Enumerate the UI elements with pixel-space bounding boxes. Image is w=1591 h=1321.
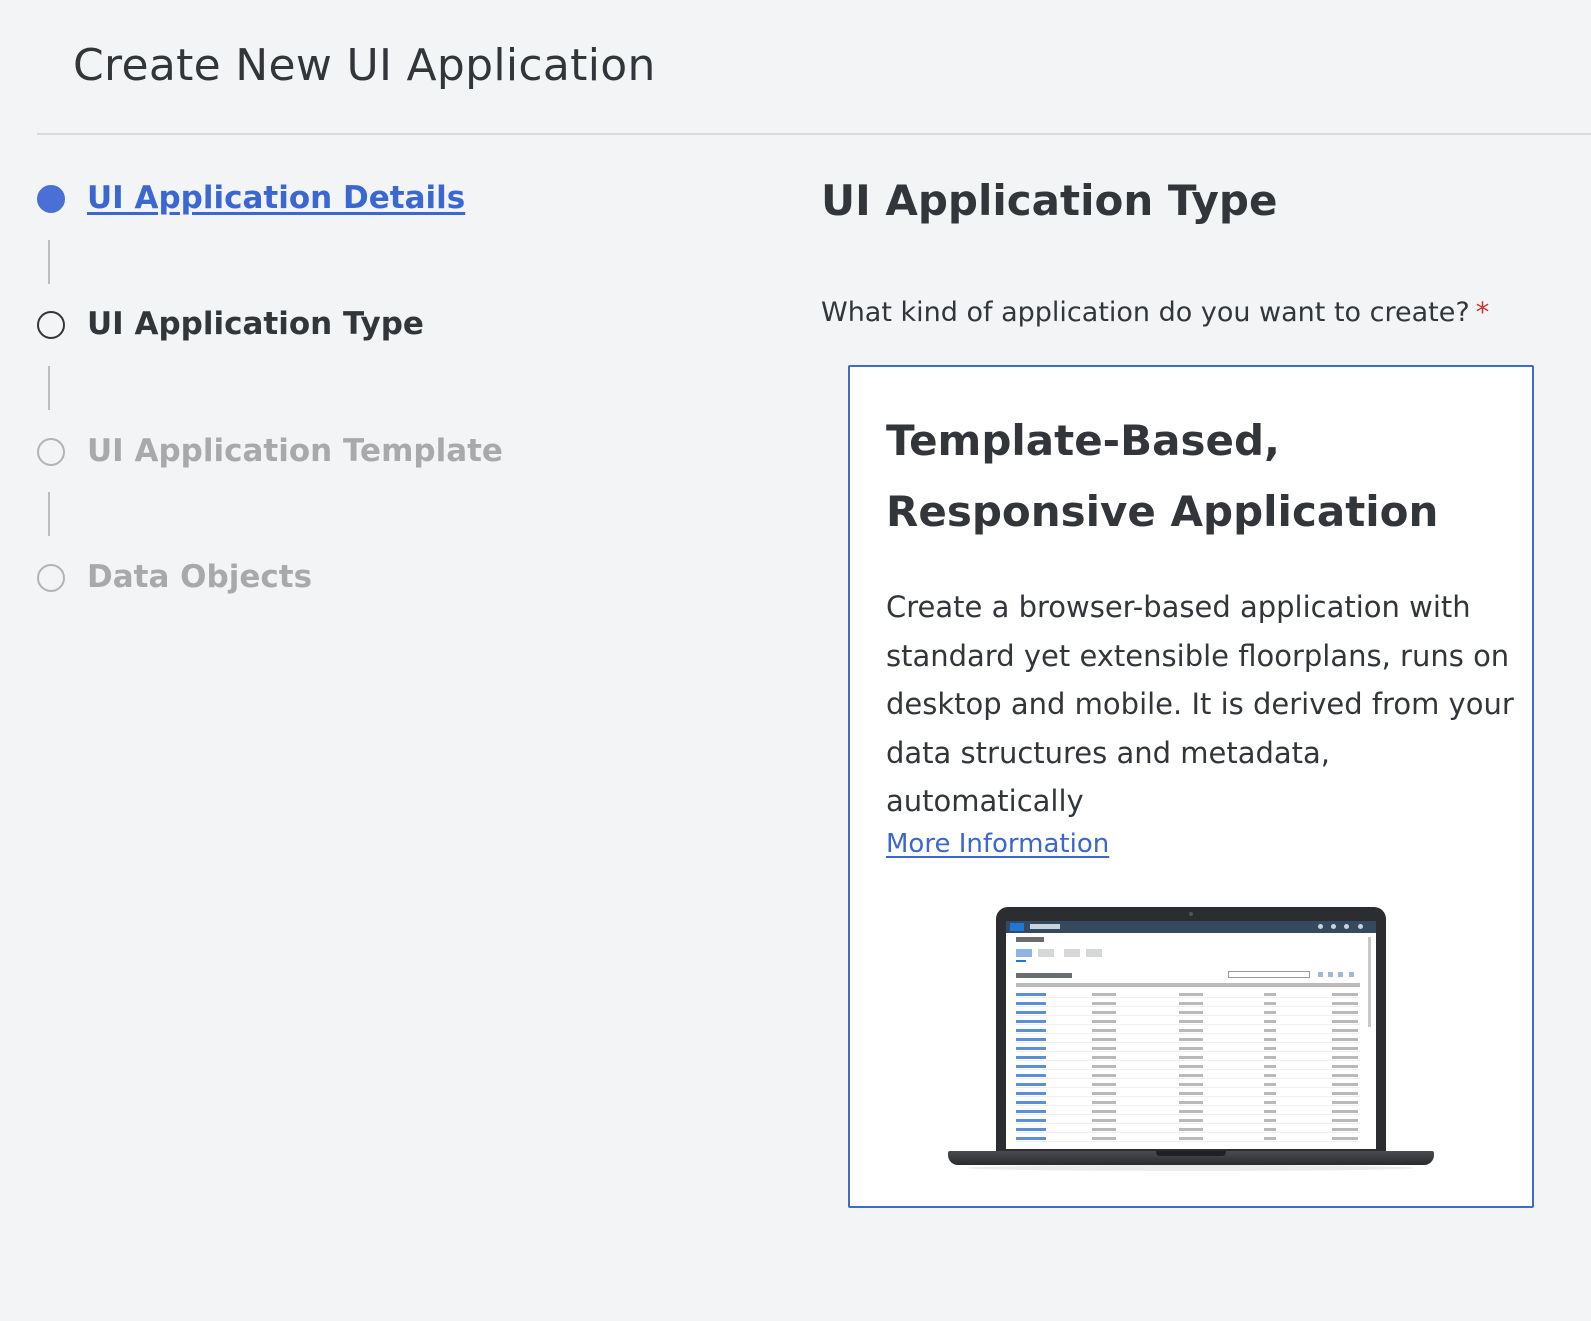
preview-table-row	[1016, 1038, 1360, 1043]
preview-table-row	[1016, 1020, 1360, 1025]
preview-help-icon	[1331, 924, 1336, 929]
wizard-step-label[interactable]: UI Application Details	[87, 180, 465, 216]
preview-table-row	[1016, 1137, 1360, 1142]
preview-table-title	[1016, 973, 1072, 978]
section-title: UI Application Type	[821, 176, 1278, 225]
card-title: Template-Based, Responsive Application	[886, 416, 1439, 536]
page-title: Create New UI Application	[73, 40, 656, 91]
preview-toolbar-icon	[1328, 972, 1333, 977]
laptop-lid	[996, 907, 1386, 1153]
laptop-screen	[1006, 921, 1376, 1149]
step-indicator-empty-icon	[37, 311, 65, 339]
wizard-step-label: UI Application Template	[87, 433, 503, 469]
preview-toolbar-icon	[1338, 972, 1343, 977]
preview-search-field	[1228, 971, 1310, 978]
step-connector	[48, 366, 50, 410]
laptop-preview-image	[948, 905, 1434, 1173]
preview-avatar-icon	[1358, 924, 1363, 929]
camera-dot	[1189, 912, 1193, 916]
preview-table-row	[1016, 1029, 1360, 1034]
wizard-step-type: UI Application Type	[37, 306, 737, 346]
laptop-shadow	[968, 1165, 1414, 1171]
preview-notification-icon	[1344, 924, 1349, 929]
preview-tab	[1064, 949, 1080, 957]
preview-shell-title	[1030, 924, 1060, 929]
application-type-question: What kind of application do you want to …	[821, 297, 1489, 328]
preview-table-row	[1016, 1056, 1360, 1061]
preview-table-header	[1016, 983, 1360, 987]
wizard-step-template: UI Application Template	[37, 433, 737, 473]
preview-toolbar-icon	[1318, 972, 1323, 977]
preview-search-icon	[1318, 924, 1323, 929]
wizard-step-label: Data Objects	[87, 559, 313, 595]
preview-table-row	[1016, 1110, 1360, 1115]
preview-table-row	[1016, 993, 1360, 998]
preview-table-row	[1016, 1092, 1360, 1097]
step-indicator-empty-icon	[37, 564, 65, 592]
preview-tab	[1016, 949, 1032, 957]
required-marker: *	[1475, 297, 1490, 328]
preview-tab	[1086, 949, 1102, 957]
preview-page-title	[1016, 937, 1044, 942]
preview-logo	[1010, 923, 1024, 931]
preview-table-row	[1016, 1074, 1360, 1079]
preview-table-row	[1016, 1047, 1360, 1052]
preview-table-row	[1016, 1065, 1360, 1070]
wizard-step-label: UI Application Type	[87, 306, 424, 342]
wizard-step-details[interactable]: UI Application Details	[37, 180, 737, 220]
step-connector	[48, 240, 50, 284]
step-indicator-filled-icon	[37, 185, 65, 213]
step-indicator-empty-icon	[37, 438, 65, 466]
preview-table-row	[1016, 1011, 1360, 1016]
template-based-app-card[interactable]: Template-Based, Responsive Application C…	[848, 365, 1534, 1208]
preview-scrollbar	[1368, 937, 1371, 1027]
laptop-notch	[1156, 1151, 1226, 1156]
preview-table-row	[1016, 1101, 1360, 1106]
preview-toolbar-icon	[1349, 972, 1354, 977]
more-information-link[interactable]: More Information	[886, 829, 1109, 859]
header-divider	[37, 133, 1591, 135]
wizard-step-data-objects: Data Objects	[37, 559, 737, 599]
question-label: What kind of application do you want to …	[821, 297, 1470, 328]
preview-table-row	[1016, 1083, 1360, 1088]
preview-table-row	[1016, 1128, 1360, 1133]
preview-shell-bar	[1006, 921, 1376, 933]
preview-tab	[1038, 949, 1054, 957]
preview-table-row	[1016, 1002, 1360, 1007]
preview-table-row	[1016, 1119, 1360, 1124]
card-description: Create a browser-based application with …	[886, 590, 1514, 818]
page-header: Create New UI Application	[0, 0, 1591, 135]
preview-tab-underline	[1016, 960, 1026, 962]
step-connector	[48, 492, 50, 536]
